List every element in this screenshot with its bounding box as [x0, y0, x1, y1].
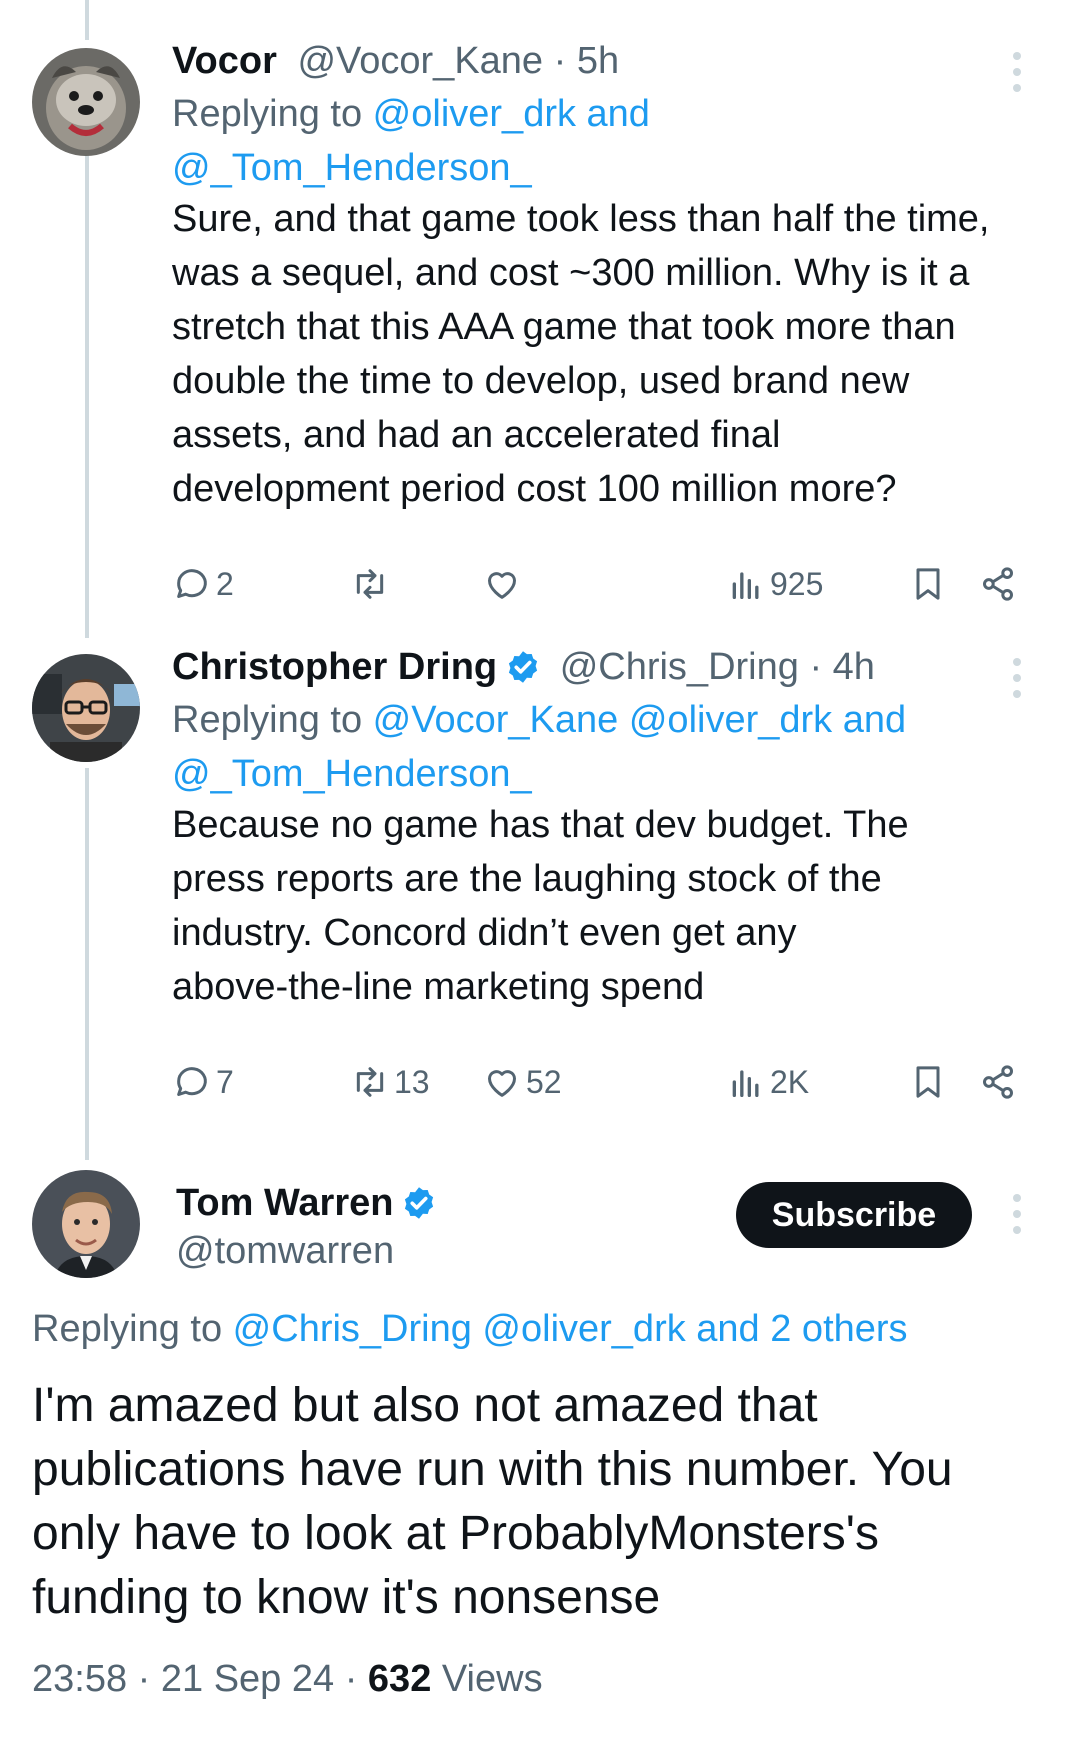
author-handle[interactable]: @Chris_Dring	[560, 646, 799, 688]
more-options-icon[interactable]	[1011, 52, 1023, 100]
tweet-text-line: development period cost 100 million more…	[172, 468, 897, 510]
views-icon	[732, 1070, 759, 1097]
views-label: Views	[431, 1658, 543, 1700]
like-count: 52	[526, 1063, 562, 1100]
tweet-meta: 23:58 · 21 Sep 24 · 632 Views	[32, 1658, 543, 1701]
replying-prefix: Replying to	[172, 699, 373, 741]
bookmark-button[interactable]	[908, 1058, 948, 1106]
like-button[interactable]	[482, 560, 526, 608]
bookmark-button[interactable]	[908, 560, 948, 608]
tweet-text-line: double the time to develop, used brand n…	[172, 360, 910, 402]
share-icon	[983, 1065, 1013, 1099]
tweet-text-line: funding to know it's nonsense	[32, 1571, 661, 1624]
tweet-text-line: industry. Concord didn’t even get any	[172, 912, 797, 954]
author-handle[interactable]: @Vocor_Kane	[297, 40, 543, 82]
tweet-text-line: Sure, and that game took less than half …	[172, 198, 990, 240]
reply-tweet-vocor[interactable]: Vocor @Vocor_Kane · 5h Replying to @oliv…	[0, 0, 1079, 640]
author-name[interactable]: Tom Warren	[176, 1182, 393, 1224]
verified-badge-icon	[405, 1187, 434, 1219]
tweet-text-line: was a sequel, and cost ~300 million. Why…	[172, 252, 970, 294]
retweet-button[interactable]: 13	[350, 1058, 430, 1106]
reply-count: 7	[216, 1063, 234, 1100]
views-count[interactable]: 632	[368, 1658, 431, 1700]
views-button[interactable]: 2K	[726, 1058, 809, 1106]
verified-badge-icon	[509, 651, 538, 683]
meta-separator: ·	[127, 1658, 161, 1700]
replying-mentions[interactable]: @Chris_Dring @oliver_drk and 2 others	[233, 1308, 908, 1350]
author-name[interactable]: Vocor	[172, 40, 277, 82]
meta-separator: ·	[334, 1658, 368, 1700]
retweet-icon	[356, 569, 384, 599]
views-count: 925	[770, 565, 824, 602]
bookmark-icon	[916, 1066, 940, 1098]
views-count: 2K	[770, 1063, 810, 1100]
replying-mention-2[interactable]: @_Tom_Henderson_	[172, 747, 906, 801]
more-options-icon[interactable]	[1011, 658, 1023, 706]
dring-avatar[interactable]	[32, 654, 140, 762]
share-button[interactable]	[978, 560, 1018, 608]
tweet-date[interactable]: 21 Sep 24	[161, 1658, 334, 1700]
replying-prefix: Replying to	[32, 1308, 233, 1350]
tweet-text-line: assets, and had an accelerated final	[172, 414, 781, 456]
views-icon	[732, 572, 759, 599]
subscribe-button[interactable]: Subscribe	[736, 1182, 972, 1248]
vocor-avatar[interactable]	[32, 48, 140, 156]
action-bar: 7 13 52 2K	[172, 1058, 1032, 1106]
replying-mentions[interactable]: @oliver_drk and	[373, 93, 650, 135]
tweet-text-line: stretch that this AAA game that took mor…	[172, 306, 956, 348]
author-name[interactable]: Christopher Dring	[172, 646, 497, 688]
timestamp[interactable]: 5h	[577, 40, 619, 82]
more-options-icon[interactable]	[1011, 1194, 1023, 1242]
tweet-text-line: Because no game has that dev budget. The	[172, 804, 909, 846]
views-button[interactable]: 925	[726, 560, 823, 608]
reply-button[interactable]: 7	[172, 1058, 234, 1106]
replying-prefix: Replying to	[172, 93, 373, 135]
time-separator: ·	[543, 40, 577, 82]
author-handle[interactable]: @tomwarren	[176, 1230, 394, 1273]
heart-icon	[488, 572, 516, 599]
time-separator: ·	[798, 646, 833, 688]
heart-icon	[488, 1070, 516, 1097]
main-tweet: Tom Warren @tomwarren Subscribe Replying…	[0, 1160, 1079, 1759]
reply-icon	[177, 569, 207, 598]
tweet-text-line: above-the-line marketing spend	[172, 966, 705, 1008]
replying-mentions[interactable]: @Vocor_Kane @oliver_drk and	[373, 699, 906, 741]
timestamp[interactable]: 4h	[833, 646, 875, 688]
share-icon	[983, 567, 1013, 601]
reply-icon	[177, 1067, 207, 1096]
tweet-text-line: press reports are the laughing stock of …	[172, 858, 882, 900]
bookmark-icon	[916, 568, 940, 600]
tweet-text-line: publications have run with this number. …	[32, 1443, 953, 1496]
share-button[interactable]	[978, 1058, 1018, 1106]
reply-tweet-dring[interactable]: Christopher Dring @Chris_Dring · 4h Repl…	[0, 640, 1079, 1140]
tweet-text-line: I'm amazed but also not amazed that	[32, 1379, 818, 1432]
retweet-button[interactable]	[350, 560, 394, 608]
replying-to: Replying to @Vocor_Kane @oliver_drk and …	[172, 693, 906, 801]
replying-mention-2[interactable]: @_Tom_Henderson_	[172, 141, 650, 195]
reply-count: 2	[216, 565, 234, 602]
tweet-body: Because no game has that dev budget. The…	[172, 798, 1052, 1014]
retweet-count: 13	[394, 1063, 430, 1100]
replying-to: Replying to @Chris_Dring @oliver_drk and…	[32, 1302, 908, 1356]
tweet-body: Sure, and that game took less than half …	[172, 192, 1052, 516]
like-button[interactable]: 52	[482, 1058, 562, 1106]
replying-to: Replying to @oliver_drk and @_Tom_Hender…	[172, 87, 650, 195]
tweet-body: I'm amazed but also not amazed that publ…	[32, 1374, 1042, 1630]
tweet-time[interactable]: 23:58	[32, 1658, 127, 1700]
tweet-text-line: only have to look at ProbablyMonsters's	[32, 1507, 879, 1560]
tomwarren-avatar[interactable]	[32, 1170, 140, 1278]
retweet-icon	[356, 1067, 384, 1097]
reply-button[interactable]: 2	[172, 560, 234, 608]
action-bar: 2 925	[172, 560, 1032, 608]
